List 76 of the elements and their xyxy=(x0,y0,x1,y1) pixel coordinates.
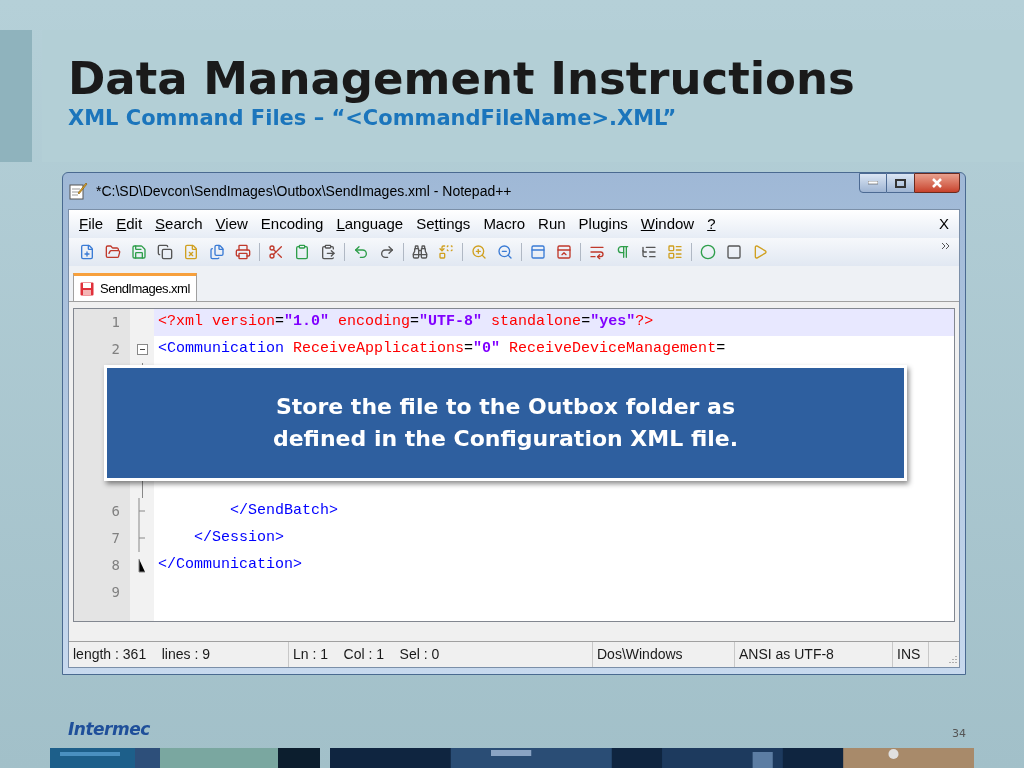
logo: Intermec xyxy=(68,717,150,741)
code-line: <?xml version="1.0" encoding="UTF-8" standalone="yes"?> xyxy=(158,312,654,333)
pilcrow-icon xyxy=(615,244,631,260)
menu-item[interactable]: ? xyxy=(707,212,716,236)
line-number: 2 xyxy=(111,340,120,359)
line-number: 8 xyxy=(111,556,120,575)
menu-item[interactable]: Encoding xyxy=(260,212,324,236)
page-number: 34 xyxy=(952,725,966,742)
search-button[interactable] xyxy=(410,242,430,262)
status-field: ANSI as UTF-8 xyxy=(735,642,893,667)
menu-item[interactable]: Window xyxy=(640,212,695,236)
slide-title: Data Management Instructions xyxy=(68,54,855,104)
file-tab[interactable]: SendImages.xml xyxy=(73,273,197,301)
search-icon xyxy=(412,244,428,260)
menu-item[interactable]: Settings xyxy=(416,212,471,236)
line-number: 9 xyxy=(111,583,120,602)
slide-subtitle: XML Command Files – “<CommandFileName>.XML” xyxy=(68,105,677,132)
close-all-button[interactable] xyxy=(207,242,227,262)
menu-item[interactable]: Run xyxy=(538,212,566,236)
stop-icon xyxy=(726,244,742,260)
panel-button[interactable] xyxy=(528,242,548,262)
status-field: INS xyxy=(893,642,929,667)
callout-text: Store the file to the Outbox folder as defined in the Configuration XML file. xyxy=(272,393,739,453)
save-button[interactable] xyxy=(129,242,149,262)
code-line: <Communication ReceiveApplications="0" ReceiveDeviceManagement= xyxy=(158,339,726,360)
maximize-icon xyxy=(895,178,906,188)
menu-item[interactable]: Language xyxy=(336,212,404,236)
minimize-icon xyxy=(868,181,878,185)
open-folder-icon xyxy=(105,244,121,260)
status-field: length : 361 lines : 9 xyxy=(69,642,289,667)
close-button[interactable] xyxy=(914,173,960,193)
indent-guide-icon xyxy=(641,244,657,260)
menu-item[interactable]: View xyxy=(215,212,248,236)
menu-item[interactable]: Search xyxy=(155,212,203,236)
record-icon xyxy=(700,244,716,260)
menu-item[interactable]: Macro xyxy=(483,212,526,236)
new-file-icon xyxy=(79,244,95,260)
menu-item[interactable]: Plugins xyxy=(578,212,628,236)
code-line: </SendBatch> xyxy=(229,501,339,522)
play-icon xyxy=(752,244,768,260)
code-line: </Communication> xyxy=(158,555,303,576)
close-icon xyxy=(931,178,943,188)
paste-icon xyxy=(320,244,336,260)
menu-item[interactable]: File xyxy=(79,212,104,236)
fold-minus-icon[interactable] xyxy=(136,344,148,355)
menu-item[interactable]: Edit xyxy=(116,212,143,236)
panel-icon xyxy=(530,244,546,260)
wrap-icon xyxy=(589,244,605,260)
close-document-button[interactable]: X xyxy=(939,212,949,236)
stop-button[interactable] xyxy=(724,242,744,262)
notepad-icon xyxy=(68,181,88,201)
line-number: 1 xyxy=(111,313,120,332)
maximize-button[interactable] xyxy=(887,173,914,193)
status-field: Ln : 1 Col : 1 Sel : 0 xyxy=(289,642,593,667)
save-icon xyxy=(131,244,147,260)
cut-icon xyxy=(268,244,284,260)
list-icon xyxy=(667,244,683,260)
print-icon xyxy=(235,244,251,260)
close-all-icon xyxy=(209,244,225,260)
code-line: </Session> xyxy=(193,528,285,549)
close-file-icon xyxy=(183,244,199,260)
zoom-in-icon xyxy=(471,244,487,260)
redo-icon xyxy=(379,244,395,260)
save-icon xyxy=(80,281,94,296)
record-button[interactable] xyxy=(698,242,718,262)
window-title: *C:\SD\Devcon\SendImages\Outbox\SendImages.xml - Notepad++ xyxy=(96,181,512,201)
list-button[interactable] xyxy=(665,242,685,262)
undo-icon xyxy=(353,244,369,260)
status-field: Dos\Windows xyxy=(593,642,735,667)
zoom-out-icon xyxy=(497,244,513,260)
resize-grip-icon[interactable] xyxy=(947,655,957,665)
overflow-icon[interactable] xyxy=(941,242,951,250)
line-number: 6 xyxy=(111,502,120,521)
line-number: 7 xyxy=(111,529,120,548)
print-button[interactable] xyxy=(233,242,253,262)
minimize-button[interactable] xyxy=(859,173,887,193)
